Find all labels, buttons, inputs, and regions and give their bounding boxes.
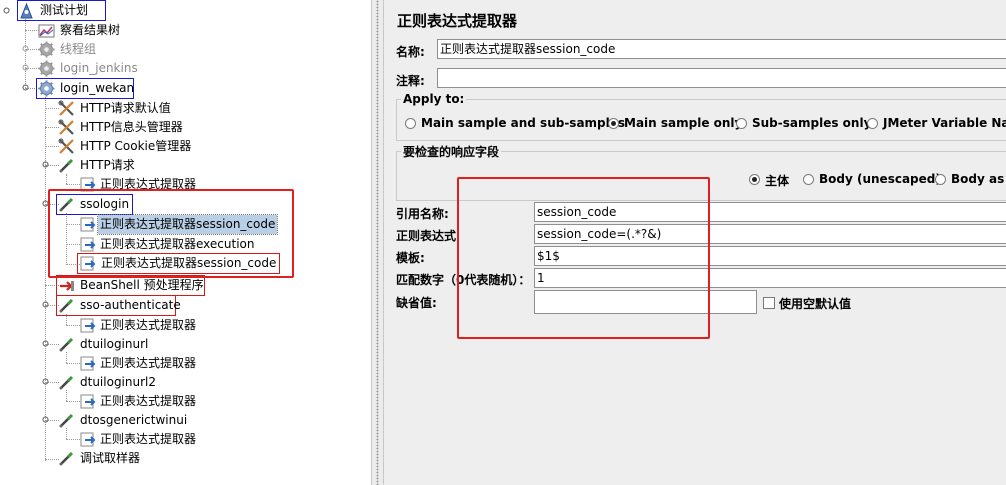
tree-node-sso-authenticate[interactable]: sso-authenticate: [56, 295, 181, 316]
results-tree-icon: [38, 24, 55, 38]
radio-body-unescaped[interactable]: [803, 174, 814, 185]
pipette-icon: [59, 413, 74, 428]
tree-node-regex-extractor[interactable]: 正则表达式提取器: [80, 316, 200, 335]
apply-to-title: Apply to:: [401, 92, 467, 106]
tree-node-http-request[interactable]: HTTP请求: [58, 156, 158, 175]
expand-toggle-icon[interactable]: [22, 45, 29, 52]
radio-sub-only[interactable]: [736, 118, 747, 129]
tree-node-dtuiloginurl[interactable]: dtuiloginurl: [58, 335, 158, 354]
test-plan-tree[interactable]: 测试计划 察看结果树 线程组 login_jenkins login_wekan…: [0, 0, 371, 485]
regex-label: 正则表达式: [396, 229, 457, 243]
collapse-toggle-icon[interactable]: [42, 378, 49, 385]
radio-main-and-sub-label[interactable]: Main sample and sub-samples: [421, 116, 625, 130]
expand-toggle-icon[interactable]: [22, 64, 29, 71]
regex-extractor-panel: 正则表达式提取器 名称: 正则表达式提取器session_code 注释: Ap…: [384, 0, 1006, 485]
radio-jmeter-variable[interactable]: [867, 118, 878, 129]
pipette-icon: [59, 375, 74, 390]
radio-body-unescaped-label[interactable]: Body (unescaped): [819, 172, 941, 186]
name-label: 名称:: [396, 45, 425, 59]
gear-icon: [38, 60, 55, 77]
field-to-check-title: 要检查的响应字段: [401, 143, 502, 160]
use-empty-default-checkbox[interactable]: [763, 297, 775, 309]
tree-node-login-wekan[interactable]: login_wekan: [36, 78, 134, 99]
gear-icon: [38, 80, 55, 97]
tree-node-regex-extractor[interactable]: 正则表达式提取器: [80, 354, 200, 373]
tree-node-thread-group[interactable]: 线程组: [38, 40, 158, 59]
radio-body-label[interactable]: 主体: [765, 172, 789, 189]
collapse-toggle-icon[interactable]: [42, 161, 49, 168]
collapse-toggle-icon[interactable]: [42, 416, 49, 423]
wrench-scissors-icon: [58, 119, 74, 135]
pipette-icon: [59, 451, 74, 466]
wrench-scissors-icon: [58, 138, 74, 154]
tree-node-dtuiloginurl2[interactable]: dtuiloginurl2: [58, 373, 158, 392]
use-empty-default-label[interactable]: 使用空默认值: [779, 295, 851, 312]
tree-node-http-defaults[interactable]: HTTP请求默认值: [58, 99, 198, 118]
radio-body[interactable]: [749, 174, 760, 185]
tree-node-regex-extractor[interactable]: 正则表达式提取器: [80, 392, 200, 411]
pipette-icon: [59, 158, 74, 173]
radio-jmeter-variable-label[interactable]: JMeter Variable Name: [883, 116, 1006, 130]
panel-title: 正则表达式提取器: [397, 12, 518, 30]
radio-main-only[interactable]: [608, 118, 619, 129]
radio-body-as-a[interactable]: [935, 174, 946, 185]
name-field[interactable]: 正则表达式提取器session_code: [437, 39, 1006, 59]
extractor-icon: [80, 432, 96, 447]
tree-node-regex-extractor[interactable]: 正则表达式提取器: [80, 430, 200, 449]
tree-node-results-tree[interactable]: 察看结果树: [38, 21, 158, 40]
pane-splitter[interactable]: [371, 0, 384, 485]
tree-node-beanshell-preprocessor[interactable]: BeanShell 预处理程序: [56, 275, 205, 296]
comment-label: 注释:: [396, 74, 425, 88]
annotation-red-frame: [457, 177, 710, 339]
reference-name-label: 引用名称:: [396, 207, 449, 221]
collapse-toggle-icon[interactable]: [42, 301, 49, 308]
preprocessor-icon: [60, 281, 74, 291]
tree-node-login-jenkins[interactable]: login_jenkins: [38, 59, 158, 78]
default-value-label: 缺省值:: [396, 296, 437, 310]
tree-node-http-cookie-manager[interactable]: HTTP Cookie管理器: [58, 137, 208, 156]
template-label: 模板:: [396, 251, 425, 265]
gear-icon: [38, 41, 55, 58]
radio-sub-only-label[interactable]: Sub-samples only: [752, 116, 871, 130]
tree-node-debug-sampler[interactable]: 调试取样器: [58, 449, 158, 468]
radio-main-only-label[interactable]: Main sample only: [624, 116, 742, 130]
pipette-icon: [59, 337, 74, 352]
radio-body-as-a-label[interactable]: Body as a: [951, 172, 1006, 186]
extractor-icon: [80, 356, 96, 371]
comment-field[interactable]: [437, 68, 1006, 88]
test-plan-icon: [20, 2, 33, 19]
extractor-icon: [80, 394, 96, 409]
tree-node-test-plan[interactable]: 测试计划: [17, 0, 106, 21]
extractor-icon: [80, 318, 96, 333]
tree-node-dtosgenerictwinui[interactable]: dtosgenerictwinui: [58, 411, 188, 430]
annotation-red-frame: [48, 189, 294, 278]
radio-main-and-sub[interactable]: [405, 118, 416, 129]
wrench-scissors-icon: [58, 100, 74, 116]
collapse-toggle-icon[interactable]: [3, 7, 10, 14]
pipette-icon: [59, 298, 74, 313]
tree-node-http-header-manager[interactable]: HTTP信息头管理器: [58, 118, 198, 137]
collapse-toggle-icon[interactable]: [22, 84, 29, 91]
collapse-toggle-icon[interactable]: [42, 340, 49, 347]
